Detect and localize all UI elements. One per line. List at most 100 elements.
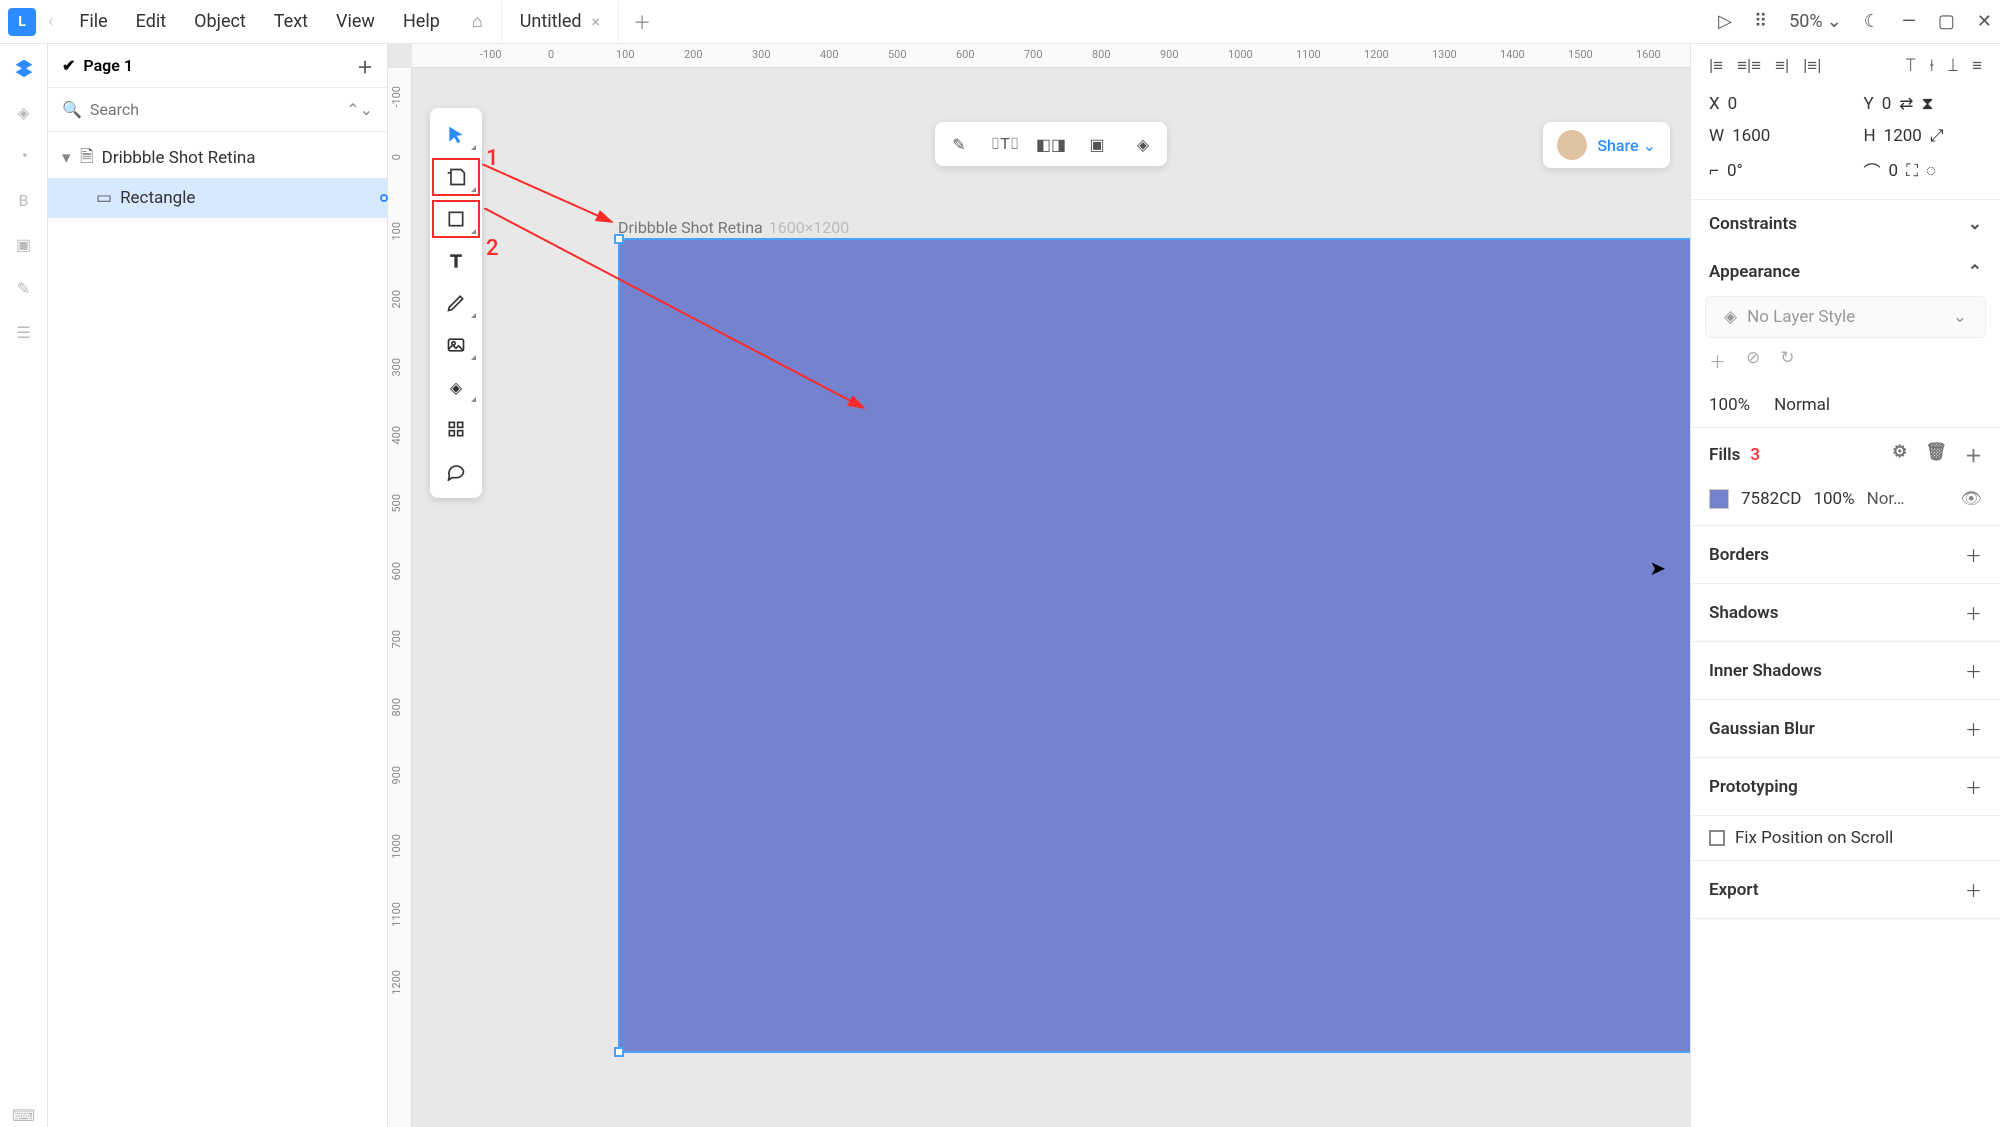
align-middle-icon[interactable]: ⟊ xyxy=(1930,56,1934,76)
text-frame-icon[interactable]: ⌷T⌷ xyxy=(991,130,1019,158)
lock-ratio-icon[interactable]: ⤢ xyxy=(1930,126,1944,146)
add-page-button[interactable]: ＋ xyxy=(357,54,373,78)
independent-corners-icon[interactable]: ◌ xyxy=(1926,161,1936,181)
appearance-section[interactable]: Appearance⌃ xyxy=(1691,248,2000,296)
mask-icon[interactable]: ▣ xyxy=(1083,130,1111,158)
swap-xy-icon[interactable]: ⇄ xyxy=(1899,94,1913,114)
layer-style-picker[interactable]: ◈ No Layer Style ⌄ xyxy=(1705,296,1986,338)
share-button[interactable]: Share ⌄ xyxy=(1597,136,1656,155)
constraints-section[interactable]: Constraints⌄ xyxy=(1691,200,2000,248)
layer-node-frame[interactable]: ▾ 🗎 Dribbble Shot Retina xyxy=(48,138,387,178)
search-input[interactable] xyxy=(90,100,346,119)
tool-comment[interactable] xyxy=(430,450,482,492)
tool-text[interactable] xyxy=(430,240,482,282)
align-right-icon[interactable]: ≡| xyxy=(1775,56,1789,76)
resize-handle-bl[interactable] xyxy=(614,1047,624,1057)
angle-value[interactable]: 0° xyxy=(1727,161,1743,181)
play-icon[interactable]: ▷ xyxy=(1718,11,1732,32)
align-bottom-icon[interactable]: ⟘ xyxy=(1948,56,1958,76)
distribute-icon[interactable]: ≡ xyxy=(1972,56,1982,76)
borders-section[interactable]: Borders＋ xyxy=(1691,526,2000,584)
detach-style-icon[interactable]: ⊘ xyxy=(1746,348,1760,373)
tool-image[interactable] xyxy=(430,324,482,366)
align-justify-icon[interactable]: |≡| xyxy=(1803,56,1821,76)
tool-select[interactable] xyxy=(430,114,482,156)
radius-value[interactable]: 0 xyxy=(1889,161,1899,181)
rail-components-icon[interactable]: ◈ xyxy=(12,100,36,124)
fill-options-icon[interactable]: ⚙ xyxy=(1892,442,1907,467)
page-header[interactable]: ✔ Page 1 ＋ xyxy=(48,44,387,88)
rail-image-icon[interactable]: ▣ xyxy=(12,232,36,256)
apps-grid-icon[interactable]: ⠿ xyxy=(1754,11,1767,32)
add-prototype-icon[interactable]: ＋ xyxy=(1965,774,1982,799)
menu-file[interactable]: File xyxy=(65,11,121,32)
canvas[interactable]: ◈ ✎ ⌷T⌷ ◧◨ ▣ ◈ Share ⌄ Dribbble Shot Ret… xyxy=(412,68,1690,1127)
x-value[interactable]: 0 xyxy=(1728,94,1738,114)
menu-view[interactable]: View xyxy=(322,11,389,32)
expand-corners-icon[interactable]: ⛶ xyxy=(1906,161,1918,181)
align-left-icon[interactable]: |≡ xyxy=(1709,56,1723,76)
add-blur-icon[interactable]: ＋ xyxy=(1965,716,1982,741)
home-icon[interactable]: ⌂ xyxy=(472,11,483,32)
fill-blend-mode[interactable]: Nor… xyxy=(1867,489,1905,509)
w-value[interactable]: 1600 xyxy=(1732,126,1770,146)
tool-rectangle[interactable] xyxy=(430,198,482,240)
rail-measure-icon[interactable]: ✎ xyxy=(12,276,36,300)
opacity-value[interactable]: 100% xyxy=(1709,395,1750,415)
align-top-icon[interactable]: ⟙ xyxy=(1906,56,1916,76)
tool-grid[interactable] xyxy=(430,408,482,450)
edit-icon[interactable]: ✎ xyxy=(945,130,973,158)
boolean-icon[interactable]: ◧◨ xyxy=(1037,130,1065,158)
add-style-icon[interactable]: ＋ xyxy=(1709,348,1726,373)
window-maximize-icon[interactable]: ▢ xyxy=(1938,11,1955,32)
rail-layers-icon[interactable] xyxy=(12,56,36,80)
tool-component[interactable]: ◈ xyxy=(430,366,482,408)
delete-fill-icon[interactable]: 🗑 xyxy=(1925,442,1947,467)
theme-toggle-icon[interactable]: ☾ xyxy=(1864,11,1880,32)
add-border-icon[interactable]: ＋ xyxy=(1965,542,1982,567)
add-inner-shadow-icon[interactable]: ＋ xyxy=(1965,658,1982,683)
shadows-section[interactable]: Shadows＋ xyxy=(1691,584,2000,642)
nav-back-icon[interactable]: ‹ xyxy=(48,11,53,32)
fill-opacity[interactable]: 100% xyxy=(1813,489,1854,509)
menu-text[interactable]: Text xyxy=(260,11,322,32)
window-minimize-icon[interactable]: — xyxy=(1902,11,1916,32)
tab-close-icon[interactable]: × xyxy=(592,12,601,31)
prototyping-section[interactable]: Prototyping＋ xyxy=(1691,758,2000,816)
collapse-icon[interactable]: ⌃⌄ xyxy=(346,100,373,119)
zoom-dropdown[interactable]: 50%⌄ xyxy=(1789,11,1842,32)
menu-edit[interactable]: Edit xyxy=(122,11,180,32)
fix-on-scroll-row[interactable]: Fix Position on Scroll xyxy=(1691,816,2000,861)
blend-mode[interactable]: Normal xyxy=(1774,395,1830,415)
rail-history-icon[interactable]: ◔ xyxy=(12,144,36,168)
add-export-icon[interactable]: ＋ xyxy=(1965,877,1982,902)
tool-pen[interactable] xyxy=(430,282,482,324)
layer-node-rectangle[interactable]: ▭ Rectangle xyxy=(48,178,387,218)
menu-help[interactable]: Help xyxy=(389,11,454,32)
rail-list-icon[interactable]: ☰ xyxy=(12,320,36,344)
y-value[interactable]: 0 xyxy=(1882,94,1892,114)
align-center-icon[interactable]: ≡|≡ xyxy=(1737,56,1761,76)
fill-row[interactable]: 7582CD 100% Nor… 👁 xyxy=(1691,481,2000,526)
reset-style-icon[interactable]: ↻ xyxy=(1780,348,1794,373)
tab-untitled[interactable]: Untitled × xyxy=(501,0,619,43)
blur-section[interactable]: Gaussian Blur＋ xyxy=(1691,700,2000,758)
rail-keyboard-icon[interactable]: ⌨ xyxy=(12,1103,36,1127)
components-icon[interactable]: ◈ xyxy=(1129,130,1157,158)
window-close-icon[interactable]: ✕ xyxy=(1977,11,1992,32)
rail-typography-icon[interactable]: B xyxy=(12,188,36,212)
add-shadow-icon[interactable]: ＋ xyxy=(1965,600,1982,625)
menu-object[interactable]: Object xyxy=(180,11,260,32)
fill-swatch[interactable] xyxy=(1709,489,1729,509)
tool-frame[interactable] xyxy=(430,156,482,198)
inner-shadows-section[interactable]: Inner Shadows＋ xyxy=(1691,642,2000,700)
avatar[interactable] xyxy=(1557,130,1587,160)
flip-icon[interactable]: ⧗ xyxy=(1922,94,1934,114)
export-section[interactable]: Export＋ xyxy=(1691,861,2000,919)
h-value[interactable]: 1200 xyxy=(1884,126,1922,146)
fix-scroll-checkbox[interactable] xyxy=(1709,830,1725,846)
fill-visibility-icon[interactable]: 👁 xyxy=(1960,489,1982,509)
add-tab-button[interactable]: ＋ xyxy=(619,9,665,35)
add-fill-icon[interactable]: ＋ xyxy=(1965,442,1982,467)
fill-hex[interactable]: 7582CD xyxy=(1741,489,1801,509)
